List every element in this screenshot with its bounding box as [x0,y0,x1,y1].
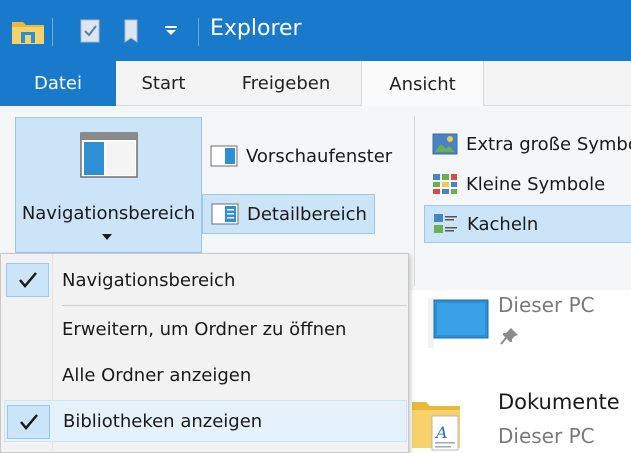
tab-datei[interactable]: Datei [0,61,116,106]
menu-item-label: Bibliotheken anzeigen [63,410,263,432]
quick-access-separator [198,18,199,46]
layout-extra-large-icons-label: Extra große Symbole [466,133,631,155]
menu-item-show-libraries[interactable]: Bibliotheken anzeigen [4,400,407,442]
customize-dropdown-icon[interactable] [160,0,182,61]
folder-icon[interactable] [8,0,48,61]
tab-start[interactable]: Start [116,61,211,106]
details-pane-button[interactable]: Detailbereich [202,194,375,234]
menu-item-label: Navigationsbereich [62,269,236,291]
small-icons-icon [432,173,458,195]
preview-pane-label: Vorschaufenster [246,145,393,167]
menu-item-expand-to-open-folder[interactable]: Erweitern, um Ordner zu öffnen [1,308,408,350]
navigation-pane-dropdown-menu: Navigationsbereich Erweitern, um Ordner … [0,253,409,453]
tab-ansicht[interactable]: Ansicht [361,61,484,107]
quick-access-separator [52,18,53,46]
pin-icon[interactable] [500,326,520,350]
item-subtitle: Dieser PC [498,424,595,448]
menu-item-navigation-pane[interactable]: Navigationsbereich [1,259,408,301]
preview-pane-icon [210,145,238,167]
item-title: Dokumente [498,390,620,414]
this-pc-icon[interactable] [428,298,490,352]
layout-tiles-label: Kacheln [467,213,539,235]
menu-separator [62,305,407,306]
ribbon-group-separator [414,116,415,286]
layout-small-icons-label: Kleine Symbole [466,173,606,195]
layout-small-icons[interactable]: Kleine Symbole [424,165,631,203]
menu-item-label: Alle Ordner anzeigen [62,364,252,386]
chevron-down-icon [102,234,112,240]
item-subtitle: Dieser PC [498,293,595,317]
navigation-pane-label: Navigationsbereich [21,203,196,224]
documents-folder-icon[interactable]: A [412,396,462,453]
new-folder-icon[interactable] [118,0,146,61]
window-title: Explorer [210,16,302,41]
tiles-icon [433,213,459,235]
menu-item-label: Erweitern, um Ordner zu öffnen [62,318,347,340]
tab-freigeben[interactable]: Freigeben [211,61,361,106]
ribbon-tabs: Datei Start Freigeben Ansicht [0,61,631,107]
layout-tiles[interactable]: Kacheln [424,205,631,243]
details-pane-icon [211,203,239,225]
menu-item-show-all-folders[interactable]: Alle Ordner anzeigen [1,354,408,396]
title-bar: Explorer [0,0,631,61]
svg-text:A: A [434,423,448,442]
properties-icon[interactable] [74,0,106,61]
checkmark-icon [6,263,49,297]
layout-extra-large-icons[interactable]: Extra große Symbole [424,125,631,163]
details-pane-label: Detailbereich [247,203,367,225]
extra-large-icons-icon [432,133,458,155]
preview-pane-button[interactable]: Vorschaufenster [208,136,408,176]
navigation-pane-icon [80,132,138,182]
checkmark-icon [7,405,50,439]
navigation-pane-button[interactable]: Navigationsbereich [15,117,202,253]
